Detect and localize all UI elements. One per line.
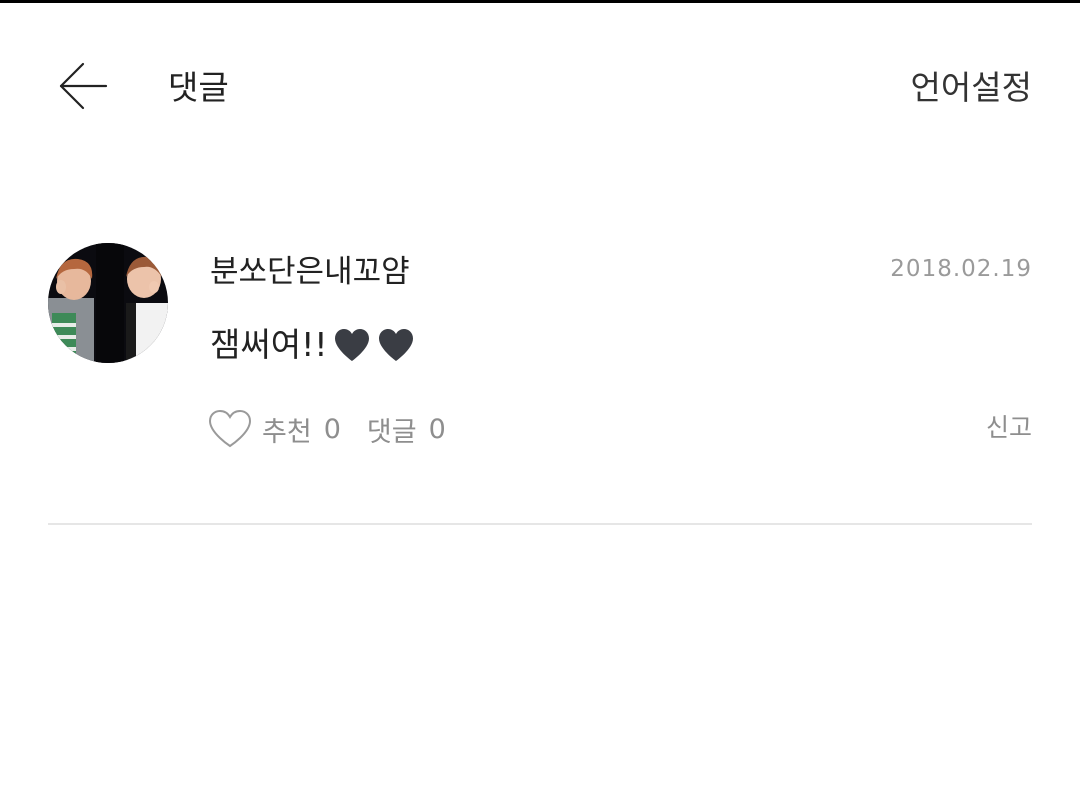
black-heart-icon: [334, 329, 369, 361]
comments-page: 댓글 언어설정 분쏘단은내꼬얌 2018.02.19 잼써여!! 추천 0 댓글…: [0, 0, 1080, 810]
reply-count: 0: [428, 413, 446, 445]
like-button[interactable]: 추천 0: [208, 409, 341, 449]
back-button[interactable]: [52, 58, 112, 114]
avatar[interactable]: [48, 243, 168, 363]
comment-actions: 추천 0 댓글 0: [208, 406, 446, 452]
reply-label: 댓글: [366, 416, 417, 448]
like-count: 0: [323, 413, 341, 445]
like-label: 추천: [262, 416, 312, 448]
comment-emoji: [334, 328, 414, 362]
comment-body: 잼써여!!: [210, 323, 414, 367]
page-title: 댓글: [168, 68, 229, 107]
comment-text: 잼써여!!: [210, 325, 328, 364]
language-settings-button[interactable]: 언어설정: [911, 66, 1032, 110]
report-button[interactable]: 신고: [986, 410, 1032, 446]
divider: [48, 523, 1032, 525]
avatar-photo: [48, 243, 168, 363]
arrow-left-icon: [59, 62, 108, 110]
comment-username[interactable]: 분쏘단은내꼬얌: [210, 251, 410, 293]
status-bar-edge: [0, 0, 1080, 3]
black-heart-icon: [378, 329, 413, 361]
heart-outline-icon: [208, 409, 252, 448]
comment-date: 2018.02.19: [890, 256, 1032, 282]
reply-button[interactable]: 댓글 0: [367, 410, 446, 449]
